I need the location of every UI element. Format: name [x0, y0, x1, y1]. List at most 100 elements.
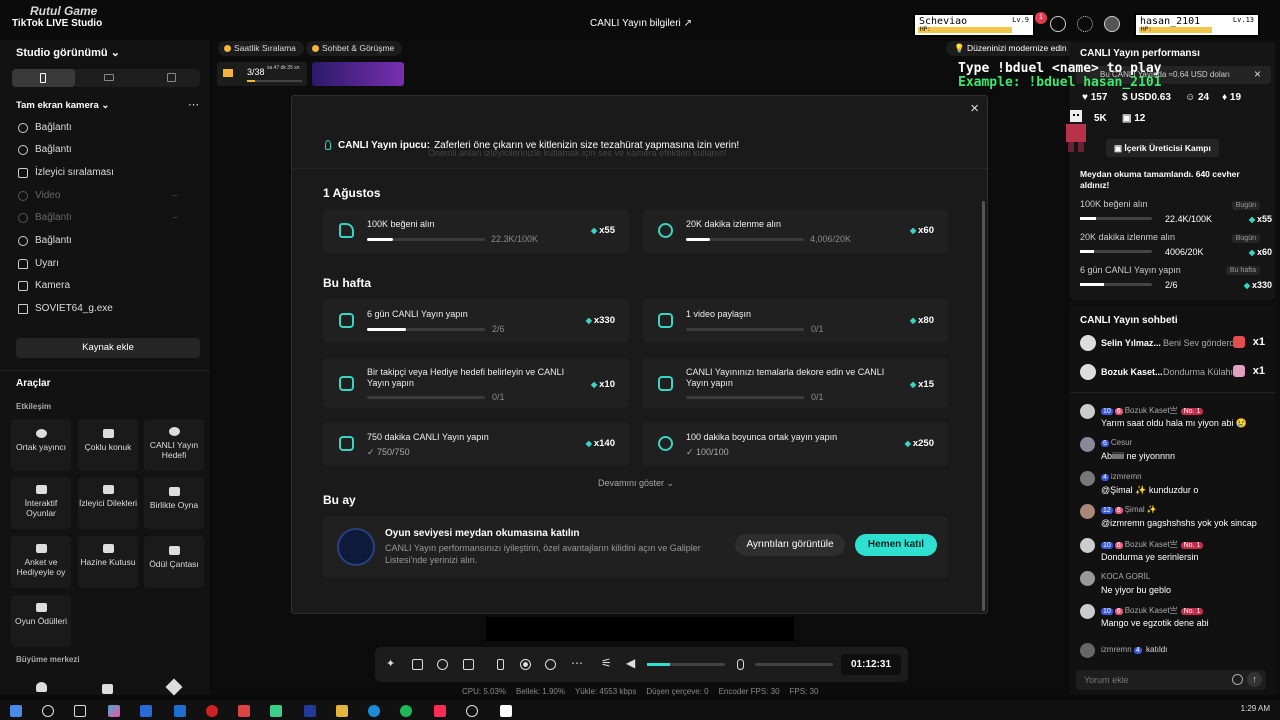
clock-time: 1:29 AM	[1240, 704, 1270, 713]
tool-multi-guest[interactable]: Çoklu konuk	[78, 419, 138, 471]
task-tag: Bugün	[1231, 234, 1260, 243]
screen-capture-icon[interactable]	[412, 659, 423, 670]
tool-interactive-games[interactable]: İnteraktif Oyunlar	[11, 477, 71, 529]
modernize-layout-chip[interactable]: 💡 Düzeninizi modernize edin	[946, 41, 1075, 56]
camp-icon: ▣	[1114, 143, 1123, 153]
notepad-icon[interactable]	[500, 705, 512, 717]
task-progress	[1080, 283, 1152, 286]
app-icon[interactable]	[238, 705, 250, 717]
source-item[interactable]: SOVIET64_g.exe	[18, 303, 113, 314]
chat-chip[interactable]: Sohbet & Görüşme	[306, 41, 403, 56]
source-item[interactable]: Bağlantı	[18, 235, 72, 246]
spotify-icon[interactable]	[400, 705, 412, 717]
tool-cohost[interactable]: Ortak yayıncı	[11, 419, 71, 471]
creator-camp-button[interactable]: ▣ İçerik Üreticisi Kampı	[1106, 139, 1219, 157]
microphone-icon[interactable]	[737, 659, 744, 670]
settings-gear-icon[interactable]	[1077, 16, 1093, 32]
tool-viewer-wishes[interactable]: İzleyici Dilekleri	[78, 477, 138, 529]
share-icon[interactable]: ↗	[684, 18, 692, 29]
close-icon[interactable]: ×	[970, 100, 979, 117]
equalizer-icon[interactable]: ⚟	[601, 656, 612, 670]
eye-hidden-icon[interactable]: ⌣	[172, 190, 178, 201]
growth-tool-icon[interactable]	[165, 678, 183, 696]
tool-game-rewards[interactable]: Oyun Ödülleri	[11, 595, 71, 647]
show-more-link[interactable]: Devamını göster ⌄	[598, 478, 674, 489]
scene-dropdown[interactable]: Tam ekran kamera ⌄	[16, 100, 109, 111]
modal-scrollbar[interactable]	[982, 201, 985, 611]
task-title: CANLI Yayınınızı temalarla dekore edin v…	[686, 367, 885, 388]
hourly-ranking-chip[interactable]: Saatlik Sıralama	[218, 41, 304, 56]
source-item[interactable]: Bağlantı	[18, 212, 72, 223]
globe-icon	[18, 122, 28, 133]
speaker-icon[interactable]: ◀	[626, 656, 635, 670]
tool-live-goal[interactable]: CANLI Yayın Hedefi	[144, 419, 204, 471]
task-view-icon[interactable]	[74, 705, 86, 717]
tool-label: Çoklu konuk	[84, 442, 132, 452]
chevron-down-icon: ⌄	[101, 100, 110, 111]
eye-hidden-icon[interactable]: ⌣	[172, 212, 178, 223]
portrait-tab[interactable]	[12, 69, 75, 87]
copilot-icon[interactable]	[108, 705, 120, 717]
studio-view-dropdown[interactable]: Studio görünümü ⌄	[16, 46, 120, 59]
volume-slider[interactable]	[647, 663, 725, 666]
edge-icon[interactable]	[368, 705, 380, 717]
join-now-button[interactable]: Hemen katıl	[855, 534, 937, 556]
task-card: 750 dakika CANLI Yayın yapın ✓ 750/750 x…	[323, 422, 629, 466]
more-options-icon[interactable]: ⋯	[188, 98, 199, 111]
app-icon[interactable]	[304, 705, 316, 717]
source-label: Bağlantı	[35, 235, 72, 246]
source-item[interactable]: Uyarı	[18, 258, 59, 269]
source-item[interactable]: Bağlantı	[18, 122, 72, 133]
tool-treasure-box[interactable]: Hazine Kutusu	[78, 536, 138, 588]
magic-wand-icon[interactable]: ✦	[386, 657, 397, 670]
close-icon[interactable]: ×	[1254, 67, 1261, 81]
phone-icon[interactable]	[497, 659, 504, 670]
event-banner-thumbnail[interactable]	[312, 62, 404, 86]
task-title: 750 dakika CANLI Yayın yapın	[367, 432, 489, 442]
source-item[interactable]: Kamera	[18, 280, 70, 291]
source-item[interactable]: Bağlantı	[18, 144, 72, 155]
avatar[interactable]	[1104, 16, 1120, 32]
help-icon[interactable]	[1050, 16, 1066, 32]
ai-icon[interactable]	[437, 659, 448, 670]
tool-poll[interactable]: Anket ve Hediyeyle oy	[11, 536, 71, 588]
add-source-button[interactable]: Kaynak ekle	[16, 338, 200, 358]
landscape-icon[interactable]	[104, 74, 114, 81]
start-icon[interactable]	[10, 705, 22, 717]
chat-user-line: KOCA GORİL	[1101, 572, 1150, 581]
send-icon[interactable]: ↑	[1247, 672, 1262, 687]
bottom-toolbar: ✦ ⋯ ⚟ ◀ 01:12:31	[375, 647, 908, 682]
view-details-button[interactable]: Ayrıntıları görüntüle	[735, 534, 845, 556]
memory-stat: Bellek: 1.90%	[516, 687, 565, 696]
dual-layout-icon[interactable]	[167, 73, 176, 82]
task-progress	[686, 328, 804, 331]
app-icon[interactable]	[270, 705, 282, 717]
source-item[interactable]: İzleyici sıralaması	[18, 167, 114, 178]
live-info-title[interactable]: CANLI Yayın bilgileri ↗	[590, 18, 692, 29]
tool-reward-bag[interactable]: Ödül Çantası	[144, 536, 204, 588]
growth-tool-icon[interactable]	[102, 684, 113, 694]
tiktok-icon[interactable]	[434, 705, 446, 717]
lightbulb-icon	[325, 140, 331, 150]
screenshot-icon[interactable]	[545, 659, 556, 670]
overlay-instruction: Type !bduel <name> to play	[958, 61, 1162, 76]
app-icon[interactable]	[206, 705, 218, 717]
app-icon[interactable]	[466, 705, 478, 717]
add-scene-icon[interactable]	[463, 659, 474, 670]
source-item[interactable]: Video	[18, 190, 60, 201]
store-icon[interactable]	[140, 705, 152, 717]
growth-tool-icon[interactable]	[36, 682, 47, 692]
tool-play-together[interactable]: Birlikte Oyna	[144, 477, 204, 529]
system-clock: 1:29 AM	[1241, 704, 1270, 713]
theme-decor-icon	[658, 376, 673, 391]
tool-label: İnteraktif Oyunlar	[24, 498, 58, 518]
mic-slider[interactable]	[755, 663, 833, 666]
file-explorer-icon[interactable]	[336, 705, 348, 717]
record-icon[interactable]	[520, 659, 531, 670]
emoji-icon[interactable]	[1232, 674, 1243, 685]
outlook-icon[interactable]	[174, 705, 186, 717]
chat-user-line: 6 Cesur	[1101, 438, 1132, 447]
search-icon[interactable]	[42, 705, 54, 717]
more-icon[interactable]: ⋯	[571, 656, 583, 670]
chat-text: Abiiiiii ne yiyonnnn	[1101, 451, 1176, 461]
